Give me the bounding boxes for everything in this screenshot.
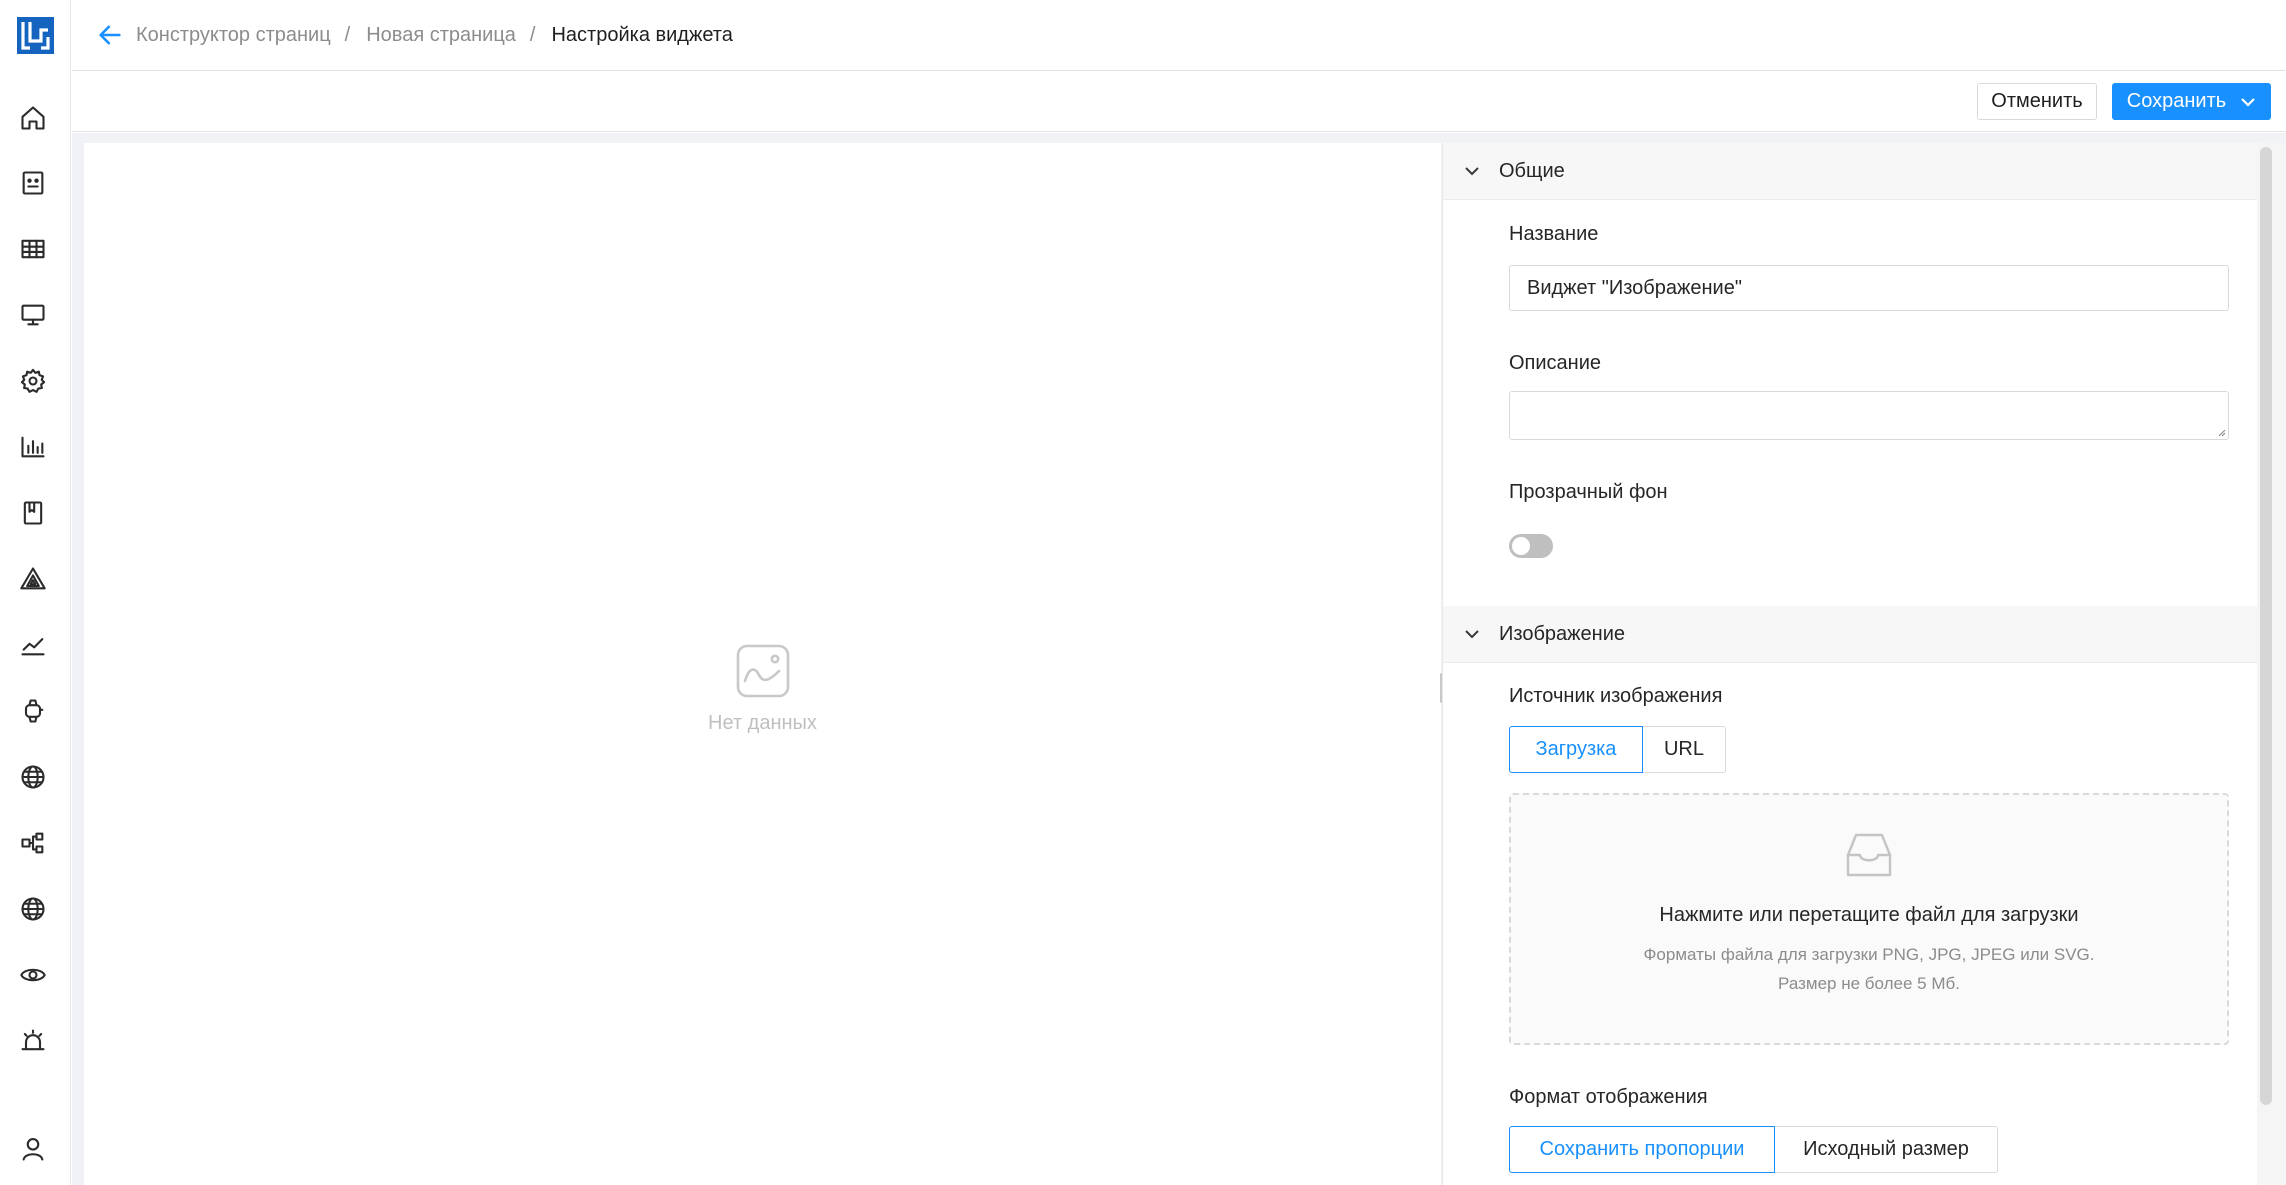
chevron-down-icon[interactable] bbox=[2240, 94, 2256, 110]
table-icon[interactable] bbox=[17, 233, 49, 265]
transparent-background-toggle[interactable] bbox=[1509, 534, 1553, 558]
alarm-icon[interactable] bbox=[17, 1025, 49, 1057]
globe-icon[interactable] bbox=[17, 761, 49, 793]
panel-scrollbar[interactable] bbox=[2257, 143, 2286, 1185]
toggle-knob bbox=[1512, 537, 1530, 555]
scrollbar-thumb[interactable] bbox=[2260, 147, 2272, 1105]
format-option-keep-ratio[interactable]: Сохранить пропорции bbox=[1509, 1126, 1775, 1173]
inbox-icon bbox=[1846, 833, 1892, 877]
source-option-upload[interactable]: Загрузка bbox=[1509, 726, 1643, 773]
upload-hint: Форматы файла для загрузки PNG, JPG, JPE… bbox=[1511, 940, 2227, 998]
chevron-down-icon bbox=[1465, 167, 1479, 176]
display-format-label: Формат отображения bbox=[1509, 1086, 1708, 1108]
sidebar bbox=[0, 0, 71, 1185]
section-title: Общие bbox=[1499, 159, 1565, 182]
source-option-url[interactable]: URL bbox=[1642, 726, 1726, 773]
breadcrumb-separator: / bbox=[529, 23, 536, 46]
triangle-icon[interactable] bbox=[17, 563, 49, 595]
transparent-background-label: Прозрачный фон bbox=[1509, 481, 1668, 503]
app-logo[interactable] bbox=[17, 17, 54, 54]
empty-state-text: Нет данных bbox=[708, 712, 817, 734]
name-input[interactable] bbox=[1509, 265, 2229, 311]
image-placeholder-icon bbox=[736, 644, 789, 698]
toolbar: Отменить Сохранить bbox=[72, 72, 2286, 132]
section-header-general[interactable]: Общие bbox=[1443, 143, 2258, 200]
back-arrow-icon[interactable] bbox=[94, 19, 126, 51]
display-format-selector: Сохранить пропорции Исходный размер bbox=[1509, 1126, 1998, 1173]
image-source-selector: Загрузка URL bbox=[1509, 726, 1726, 773]
hierarchy-icon[interactable] bbox=[17, 827, 49, 859]
breadcrumb-item-constructor[interactable]: Конструктор страниц bbox=[136, 24, 331, 47]
description-textarea[interactable] bbox=[1509, 391, 2229, 440]
image-source-label: Источник изображения bbox=[1509, 685, 1723, 707]
breadcrumb: Конструктор страниц / Новая страница / Н… bbox=[126, 24, 733, 47]
format-option-original-size[interactable]: Исходный размер bbox=[1774, 1126, 1998, 1173]
book-icon[interactable] bbox=[17, 497, 49, 529]
gear-icon[interactable] bbox=[17, 365, 49, 397]
cancel-button[interactable]: Отменить bbox=[1977, 83, 2097, 120]
monitor-icon[interactable] bbox=[17, 299, 49, 331]
line-chart-icon[interactable] bbox=[17, 629, 49, 661]
home-icon[interactable] bbox=[17, 102, 49, 134]
breadcrumb-item-new-page[interactable]: Новая страница bbox=[366, 24, 516, 47]
settings-panel: Общие Название Описание Прозрачный фон И… bbox=[1442, 143, 2258, 1185]
section-header-image[interactable]: Изображение bbox=[1443, 606, 2258, 663]
resize-grip-icon[interactable] bbox=[2216, 427, 2226, 437]
upload-hint-formats: Форматы файла для загрузки PNG, JPG, JPE… bbox=[1643, 945, 2095, 964]
upload-title: Нажмите или перетащите файл для загрузки bbox=[1659, 904, 2079, 926]
breadcrumb-item-current: Настройка виджета bbox=[551, 23, 733, 46]
empty-state: Нет данных bbox=[84, 641, 1441, 735]
save-button[interactable]: Сохранить bbox=[2112, 83, 2271, 120]
section-title: Изображение bbox=[1499, 622, 1625, 645]
upload-hint-size: Размер не более 5 Мб. bbox=[1778, 974, 1960, 993]
chevron-down-icon bbox=[1465, 630, 1479, 639]
save-button-label: Сохранить bbox=[2126, 90, 2227, 112]
watch-icon[interactable] bbox=[17, 695, 49, 727]
name-label: Название bbox=[1509, 223, 1599, 245]
bar-chart-icon[interactable] bbox=[17, 431, 49, 463]
globe-icon[interactable] bbox=[17, 893, 49, 925]
card-icon[interactable] bbox=[17, 167, 49, 199]
widget-preview: Нет данных bbox=[84, 143, 1441, 1185]
header: Конструктор страниц / Новая страница / Н… bbox=[72, 0, 2286, 71]
eye-icon[interactable] bbox=[17, 959, 49, 991]
breadcrumb-separator: / bbox=[344, 23, 351, 46]
description-label: Описание bbox=[1509, 352, 1602, 374]
upload-dropzone[interactable]: Нажмите или перетащите файл для загрузки… bbox=[1509, 793, 2229, 1045]
user-icon[interactable] bbox=[17, 1133, 49, 1165]
